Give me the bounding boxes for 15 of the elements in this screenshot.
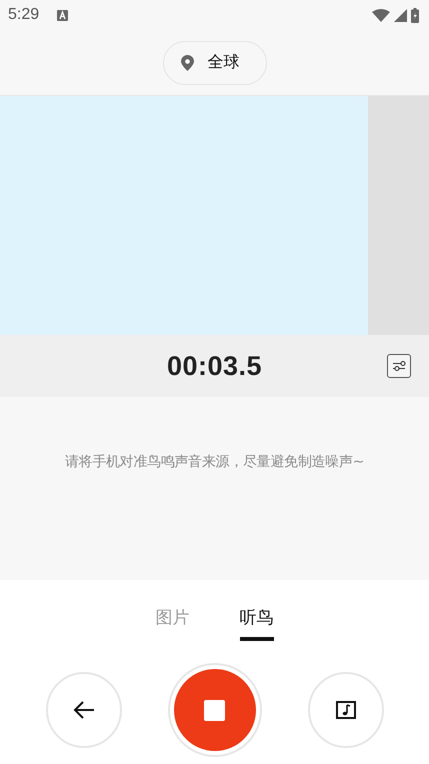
tab[interactable]: 听鸟 [240, 606, 274, 641]
location-pin-icon [180, 54, 194, 70]
hint-text: 请将手机对准鸟鸣声音来源，尽量避免制造噪声~ [64, 453, 364, 472]
sliders-icon [392, 360, 406, 372]
keyboard-notification-icon [57, 10, 68, 20]
wifi-icon [372, 8, 390, 22]
location-button[interactable]: 全球 [162, 40, 266, 84]
settings-button[interactable] [387, 354, 411, 378]
signal-icon [394, 8, 407, 22]
back-arrow-icon [72, 701, 94, 719]
status-time: 5:29 [8, 6, 40, 24]
battery-icon [411, 8, 419, 22]
stop-button[interactable] [168, 663, 262, 757]
music-note-icon [336, 701, 356, 719]
recording-timer: 00:03.5 [166, 350, 262, 382]
